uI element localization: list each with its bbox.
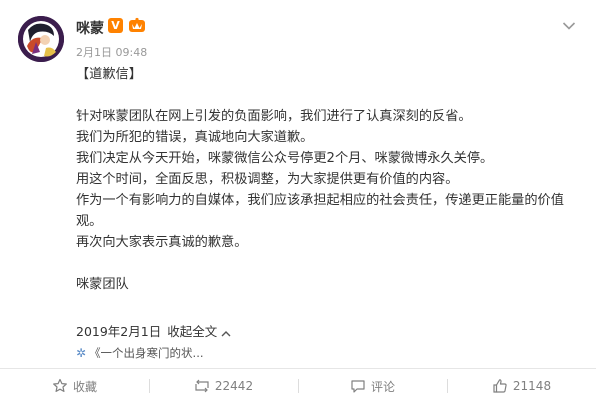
- article-link[interactable]: ✲ 《一个出身寒门的状...: [76, 345, 204, 361]
- verified-badge: V: [108, 18, 123, 33]
- post-body-line: 作为一个有影响力的自媒体，我们应该承担起相应的社会责任，传递更正能量的价值观。: [76, 193, 564, 229]
- comment-icon: [351, 380, 365, 393]
- post-content: 【道歉信】 针对咪蒙团队在网上引发的负面影响，我们进行了认真深刻的反省。 我们为…: [76, 64, 586, 295]
- vip-crown-icon: [128, 17, 146, 33]
- post-body-line: 我们决定从今天开始，咪蒙微信公众号停更2个月、咪蒙微博永久关停。: [76, 151, 494, 166]
- post-title: 【道歉信】: [76, 67, 142, 82]
- post-body-line: 再次向大家表示真诚的歉意。: [76, 235, 248, 250]
- repost-count: 22442: [214, 379, 254, 393]
- star-icon: [53, 378, 67, 392]
- chevron-down-icon[interactable]: [562, 16, 576, 30]
- repost-button[interactable]: 22442: [149, 369, 298, 403]
- post-body-line: 针对咪蒙团队在网上引发的负面影响，我们进行了认真深刻的反省。: [76, 109, 472, 124]
- action-bar: 收藏 22442 评论 21148: [0, 369, 596, 403]
- post-time: 2月1日 09:48: [76, 46, 148, 59]
- post-body-line: 我们为所犯的错误，真诚地向大家道歉。: [76, 130, 314, 145]
- post-signature: 咪蒙团队: [76, 277, 129, 292]
- chevron-up-icon[interactable]: [221, 325, 231, 340]
- collapse-button[interactable]: 收起全文: [167, 324, 217, 339]
- comment-button[interactable]: 评论: [298, 369, 447, 403]
- repost-icon: [195, 379, 209, 393]
- comment-label: 评论: [370, 379, 395, 394]
- post-body-line: 用这个时间，全面反思，积极调整，为大家提供更有价值的内容。: [76, 172, 459, 187]
- post-header: 咪蒙 V 2月1日 09:48: [0, 0, 596, 70]
- avatar[interactable]: [18, 16, 64, 62]
- author-name[interactable]: 咪蒙: [76, 18, 104, 38]
- thumbs-up-icon: [493, 379, 507, 393]
- like-button[interactable]: 21148: [447, 369, 596, 403]
- post-meta: 2019年2月1日 收起全文: [76, 321, 231, 340]
- favorite-label: 收藏: [72, 379, 97, 394]
- favorite-button[interactable]: 收藏: [0, 369, 149, 403]
- like-count: 21148: [512, 379, 552, 393]
- article-link-text[interactable]: 《一个出身寒门的状...: [89, 346, 203, 360]
- post-date: 2019年2月1日: [76, 324, 162, 339]
- link-icon: ✲: [76, 346, 87, 360]
